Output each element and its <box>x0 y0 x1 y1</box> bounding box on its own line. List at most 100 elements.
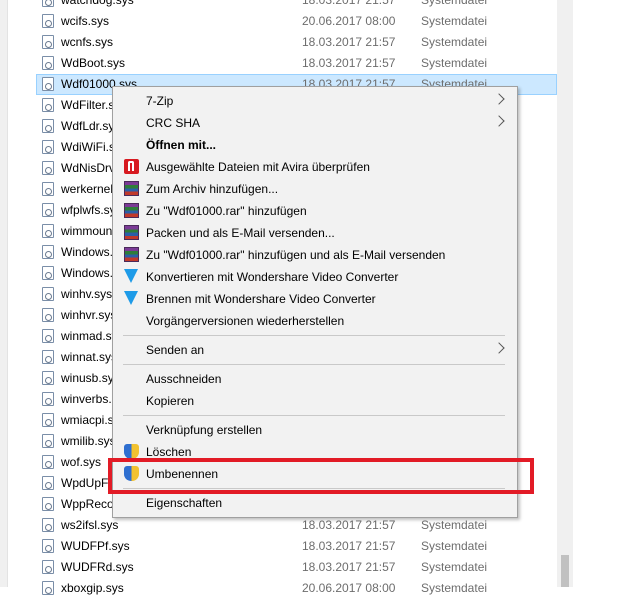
file-type: Systemdatei <box>421 539 488 553</box>
file-type: Systemdatei <box>421 560 488 574</box>
wondershare-v-icon <box>124 291 138 305</box>
file-row[interactable]: wcifs.sys 20.06.2017 08:00 Systemdatei <box>0 11 557 32</box>
system-file-icon <box>42 245 54 259</box>
winrar-books-icon <box>124 247 139 262</box>
system-file-icon <box>42 329 54 343</box>
file-name: WdBoot.sys <box>61 56 126 70</box>
file-row[interactable]: WUDFPf.sys 18.03.2017 21:57 Systemdatei <box>0 536 557 557</box>
file-type: Systemdatei <box>421 35 488 49</box>
menu-item-crc-sha[interactable]: CRC SHA <box>115 112 515 134</box>
file-name: Windows... <box>61 245 120 259</box>
file-date: 20.06.2017 08:00 <box>302 14 396 28</box>
system-file-icon <box>42 287 54 301</box>
system-file-icon <box>42 455 54 469</box>
menu-item-label: Ausgewählte Dateien mit Avira überprüfen <box>146 160 370 174</box>
system-file-icon <box>42 392 54 406</box>
file-type: Systemdatei <box>421 14 488 28</box>
file-name: winnat.sys <box>61 350 118 364</box>
system-file-icon <box>42 497 54 511</box>
menu-item-open-with[interactable]: Öffnen mit... <box>115 134 515 156</box>
menu-item-7zip[interactable]: 7-Zip <box>115 90 515 112</box>
system-file-icon <box>42 35 54 49</box>
menu-item-properties[interactable]: Eigenschaften <box>115 492 515 514</box>
system-file-icon <box>42 560 54 574</box>
system-file-icon <box>42 266 54 280</box>
system-file-icon <box>42 539 54 553</box>
file-row[interactable]: xboxgip.sys 20.06.2017 08:00 Systemdatei <box>0 578 557 599</box>
system-file-icon <box>42 119 54 133</box>
file-name: wof.sys <box>61 455 102 469</box>
winrar-books-icon <box>124 225 139 240</box>
menu-item-wondershare-burn[interactable]: Brennen mit Wondershare Video Converter <box>115 288 515 310</box>
menu-item-wondershare-convert[interactable]: Konvertieren mit Wondershare Video Conve… <box>115 266 515 288</box>
file-name: xboxgip.sys <box>61 581 124 595</box>
avira-umbrella-icon <box>124 159 139 174</box>
system-file-icon <box>42 476 54 490</box>
menu-item-pack-email[interactable]: Packen und als E-Mail versenden... <box>115 222 515 244</box>
file-name: WUDFPf.sys <box>61 539 130 553</box>
menu-item-add-to-archive[interactable]: Zum Archiv hinzufügen... <box>115 178 515 200</box>
menu-item-label: Konvertieren mit Wondershare Video Conve… <box>146 270 399 284</box>
system-file-icon <box>42 182 54 196</box>
file-row[interactable]: ws2ifsl.sys 18.03.2017 21:57 Systemdatei <box>0 515 557 536</box>
menu-item-avira-scan[interactable]: Ausgewählte Dateien mit Avira überprüfen <box>115 156 515 178</box>
file-name: wcnfs.sys <box>61 35 114 49</box>
winrar-books-icon <box>124 181 139 196</box>
file-type: Systemdatei <box>421 518 488 532</box>
file-name: watchdog.sys <box>61 0 134 7</box>
menu-item-create-shortcut[interactable]: Verknüpfung erstellen <box>115 419 515 441</box>
vertical-scrollbar[interactable] <box>557 0 573 587</box>
menu-item-cut[interactable]: Ausschneiden <box>115 368 515 390</box>
menu-item-label: Verknüpfung erstellen <box>146 423 263 437</box>
menu-item-restore-previous[interactable]: Vorgängerversionen wiederherstellen <box>115 310 515 332</box>
file-date: 18.03.2017 21:57 <box>302 560 396 574</box>
scrollbar-thumb[interactable] <box>561 555 569 587</box>
file-row[interactable]: watchdog.sys 18.03.2017 21:57 Systemdatei <box>0 0 557 11</box>
menu-item-label: Öffnen mit... <box>146 138 216 152</box>
file-row[interactable]: wcnfs.sys 18.03.2017 21:57 Systemdatei <box>0 32 557 53</box>
winrar-books-icon <box>124 203 139 218</box>
system-file-icon <box>42 350 54 364</box>
system-file-icon <box>42 14 54 28</box>
submenu-chevron-right-icon <box>493 115 505 127</box>
file-type: Systemdatei <box>421 0 488 7</box>
file-type: Systemdatei <box>421 581 488 595</box>
system-file-icon <box>42 581 54 595</box>
menu-item-add-rar-email[interactable]: Zu "Wdf01000.rar" hinzufügen und als E-M… <box>115 244 515 266</box>
menu-separator <box>123 335 505 336</box>
file-name: Windows... <box>61 266 120 280</box>
file-date: 18.03.2017 21:57 <box>302 539 396 553</box>
uac-shield-icon <box>124 444 139 459</box>
rename-highlight-box <box>108 458 534 494</box>
menu-item-send-to[interactable]: Senden an <box>115 339 515 361</box>
submenu-chevron-right-icon <box>493 342 505 354</box>
file-date: 18.03.2017 21:57 <box>302 518 396 532</box>
menu-item-label: Zum Archiv hinzufügen... <box>146 182 279 196</box>
system-file-icon <box>42 371 54 385</box>
menu-separator <box>123 364 505 365</box>
file-row[interactable]: WUDFRd.sys 18.03.2017 21:57 Systemdatei <box>0 557 557 578</box>
file-date: 20.06.2017 08:00 <box>302 581 396 595</box>
file-type: Systemdatei <box>421 56 488 70</box>
menu-item-label: Packen und als E-Mail versenden... <box>146 226 335 240</box>
file-name: winhv.sys <box>61 287 113 301</box>
file-date: 18.03.2017 21:57 <box>302 0 396 7</box>
file-row[interactable]: WdBoot.sys 18.03.2017 21:57 Systemdatei <box>0 53 557 74</box>
system-file-icon <box>42 518 54 532</box>
menu-item-label: Zu "Wdf01000.rar" hinzufügen <box>146 204 307 218</box>
file-name: wcifs.sys <box>61 14 109 28</box>
system-file-icon <box>42 140 54 154</box>
system-file-icon <box>42 203 54 217</box>
submenu-chevron-right-icon <box>493 93 505 105</box>
system-file-icon <box>42 98 54 112</box>
menu-item-copy[interactable]: Kopieren <box>115 390 515 412</box>
menu-item-add-to-rar[interactable]: Zu "Wdf01000.rar" hinzufügen <box>115 200 515 222</box>
file-name: WUDFRd.sys <box>61 560 134 574</box>
menu-item-label: Vorgängerversionen wiederherstellen <box>146 314 345 328</box>
system-file-icon <box>42 77 54 91</box>
system-file-icon <box>42 224 54 238</box>
menu-separator <box>123 415 505 416</box>
menu-item-label: Ausschneiden <box>146 372 222 386</box>
context-menu: 7-Zip CRC SHA Öffnen mit... Ausgewählte Dat… <box>112 86 518 518</box>
file-date: 18.03.2017 21:57 <box>302 35 396 49</box>
